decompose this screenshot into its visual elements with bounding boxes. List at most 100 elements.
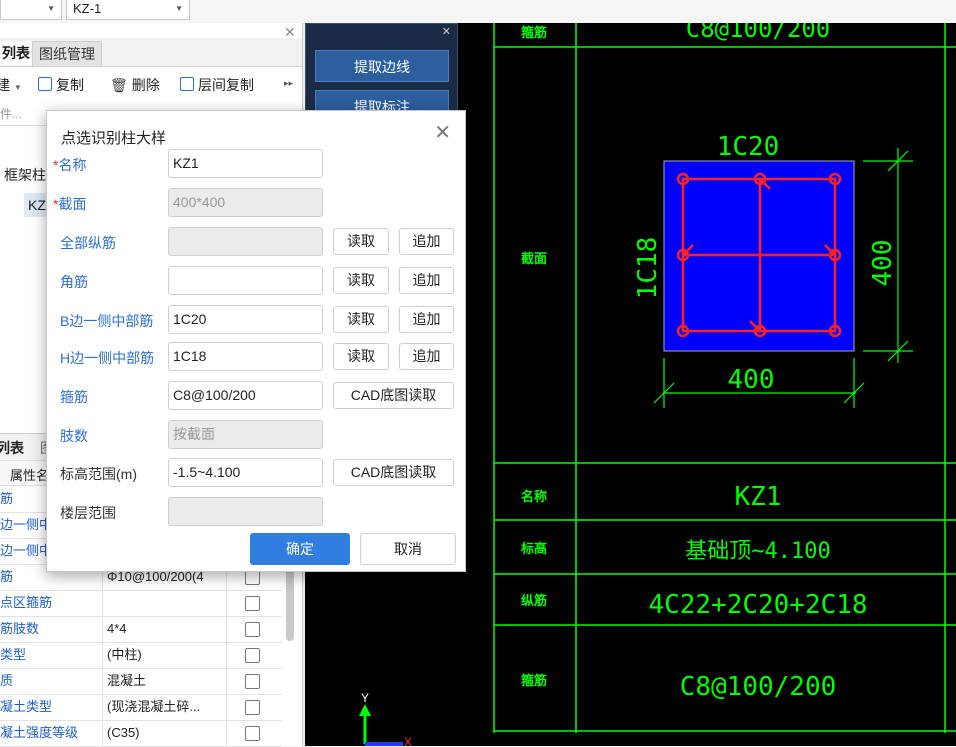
column-name-text: KZ1	[735, 482, 782, 512]
delete-label: 删除	[131, 77, 160, 93]
tree-group-frame-column[interactable]: 框架柱	[4, 165, 46, 185]
property-row[interactable]: 凝土强度等级 (C35)	[0, 720, 282, 747]
tab-drawing-management[interactable]: 图纸管理	[32, 41, 102, 66]
elevation-range-field[interactable]: -1.5~4.100	[168, 458, 323, 487]
property-value[interactable]: (C35)	[103, 720, 227, 746]
cad-read-button[interactable]: CAD底图读取	[333, 459, 454, 486]
close-icon[interactable]: ✕	[284, 24, 296, 41]
append-button[interactable]: 追加	[399, 306, 454, 333]
copy-button[interactable]: 复制	[38, 75, 84, 95]
property-checkbox[interactable]	[245, 700, 260, 715]
h-bar-label: 1C18	[633, 237, 663, 300]
floor-range-field	[168, 497, 323, 526]
row-label-section: 截面	[521, 251, 547, 267]
append-button[interactable]: 追加	[399, 343, 454, 370]
property-row[interactable]: 点区箍筋	[0, 590, 282, 617]
elevation-text: 基础顶~4.100	[685, 539, 830, 564]
property-row[interactable]: 凝土类型 (现浇混凝土碎...	[0, 694, 282, 721]
delete-button[interactable]: 🗑 删除	[110, 75, 160, 95]
cad-read-button[interactable]: CAD底图读取	[333, 382, 454, 409]
stirrup-label: 箍筋	[60, 387, 88, 407]
all-longitudinal-field	[168, 227, 323, 256]
panel-tabs: 列表 图纸管理 ✕	[0, 24, 302, 67]
leg-count-field: 按截面	[168, 420, 323, 449]
row-label-stirrup-top: 箍筋	[521, 25, 547, 41]
property-checkbox[interactable]	[245, 622, 260, 637]
close-icon[interactable]: ✕	[434, 123, 451, 143]
trash-icon: 🗑	[110, 77, 128, 93]
property-value[interactable]: 混凝土	[103, 668, 227, 694]
property-checkbox[interactable]	[245, 648, 260, 663]
h-side-bar-label: H边一侧中部筋	[60, 348, 154, 368]
chevron-down-icon: ▼	[175, 4, 183, 13]
cad-canvas[interactable]: C8@100/200 1C20 1C18 400 400 箍筋 截面 名称 标高…	[458, 23, 956, 746]
property-checkbox[interactable]	[245, 674, 260, 689]
field-label-text: 楼层范围	[60, 505, 116, 521]
property-row[interactable]: 质混凝土	[0, 668, 282, 695]
extract-edge-button[interactable]: 提取边线	[315, 50, 449, 82]
corner-bar-field[interactable]	[168, 266, 323, 295]
read-button[interactable]: 读取	[333, 306, 389, 333]
chevron-down-icon: ▼	[13, 83, 22, 92]
b-side-bar-field[interactable]: 1C20	[168, 305, 323, 334]
field-label-text: 角筋	[60, 274, 88, 290]
top-stirrup-text: C8@100/200	[686, 23, 831, 43]
section-field: 400*400	[168, 188, 323, 217]
component-combo-value: KZ-1	[73, 1, 102, 16]
property-name: 质	[0, 668, 103, 694]
field-label-text: 肢数	[60, 428, 88, 444]
longitudinal-bars-text: 4C22+2C20+2C18	[648, 590, 867, 620]
column-detail-drawing: C8@100/200 1C20 1C18 400 400 箍筋 截面 名称 标高…	[493, 23, 956, 733]
tab-list[interactable]: 列表	[0, 41, 36, 65]
floor-combo[interactable]: ▼	[0, 0, 62, 20]
field-label-text: 标高范围(m)	[60, 466, 137, 482]
property-value[interactable]: 4*4	[103, 616, 227, 642]
row-label-elevation: 标高	[520, 541, 547, 557]
read-button[interactable]: 读取	[333, 228, 389, 255]
height-dimension: 400	[868, 240, 898, 287]
table-grid	[493, 23, 956, 733]
property-checkbox[interactable]	[245, 570, 260, 585]
field-label-text: 全部纵筋	[60, 235, 116, 251]
read-button[interactable]: 读取	[333, 343, 389, 370]
pick-column-detail-dialog: 点选识别柱大样 ✕ *名称 KZ1 *截面 400*400 全部纵筋 读取 追加 角筋 读取 追加…	[46, 110, 466, 572]
ucs-axis-icon: Y X	[359, 691, 412, 746]
copy-icon	[180, 77, 194, 91]
close-icon[interactable]: ✕	[442, 25, 451, 38]
cancel-button[interactable]: 取消	[360, 533, 456, 565]
name-field[interactable]: KZ1	[168, 149, 323, 178]
axis-y-label: Y	[361, 691, 369, 705]
property-name: 凝土类型	[0, 694, 103, 720]
dialog-title: 点选识别柱大样	[61, 130, 167, 147]
more-icon[interactable]: ▸▸	[284, 78, 293, 89]
stirrup-field[interactable]: C8@100/200	[168, 381, 323, 410]
append-button[interactable]: 追加	[399, 267, 454, 294]
new-button[interactable]: 建 ▼	[0, 75, 22, 95]
h-side-bar-field[interactable]: 1C18	[168, 342, 323, 371]
top-toolbar: ▼ KZ-1 ▼	[0, 0, 956, 24]
leg-count-label: 肢数	[60, 426, 88, 446]
axis-x-label: X	[404, 735, 412, 746]
property-value[interactable]	[103, 590, 227, 616]
property-name: 筋肢数	[0, 616, 103, 642]
new-label: 建	[0, 77, 10, 93]
copy-between-floors-label: 层间复制	[198, 77, 254, 93]
property-row[interactable]: 筋肢数 4*4	[0, 616, 282, 643]
append-button[interactable]: 追加	[399, 228, 454, 255]
property-row[interactable]: 类型 (中柱)	[0, 642, 282, 669]
tab-property-list[interactable]: 列表	[0, 438, 24, 458]
property-checkbox[interactable]	[245, 596, 260, 611]
property-header-name: 属性名	[10, 468, 50, 483]
property-value[interactable]: (中柱)	[103, 642, 227, 668]
ok-button[interactable]: 确定	[250, 533, 350, 565]
component-combo[interactable]: KZ-1 ▼	[66, 0, 190, 20]
property-name: 点区箍筋	[0, 590, 103, 616]
field-label-text: 名称	[58, 157, 87, 173]
field-label-text: 截面	[58, 196, 87, 212]
copy-between-floors-button[interactable]: 层间复制	[180, 75, 254, 95]
elevation-range-label: 标高范围(m)	[60, 464, 137, 484]
property-value[interactable]: (现浇混凝土碎...	[103, 694, 227, 720]
property-checkbox[interactable]	[245, 726, 260, 741]
read-button[interactable]: 读取	[333, 267, 389, 294]
property-name: 类型	[0, 642, 103, 668]
